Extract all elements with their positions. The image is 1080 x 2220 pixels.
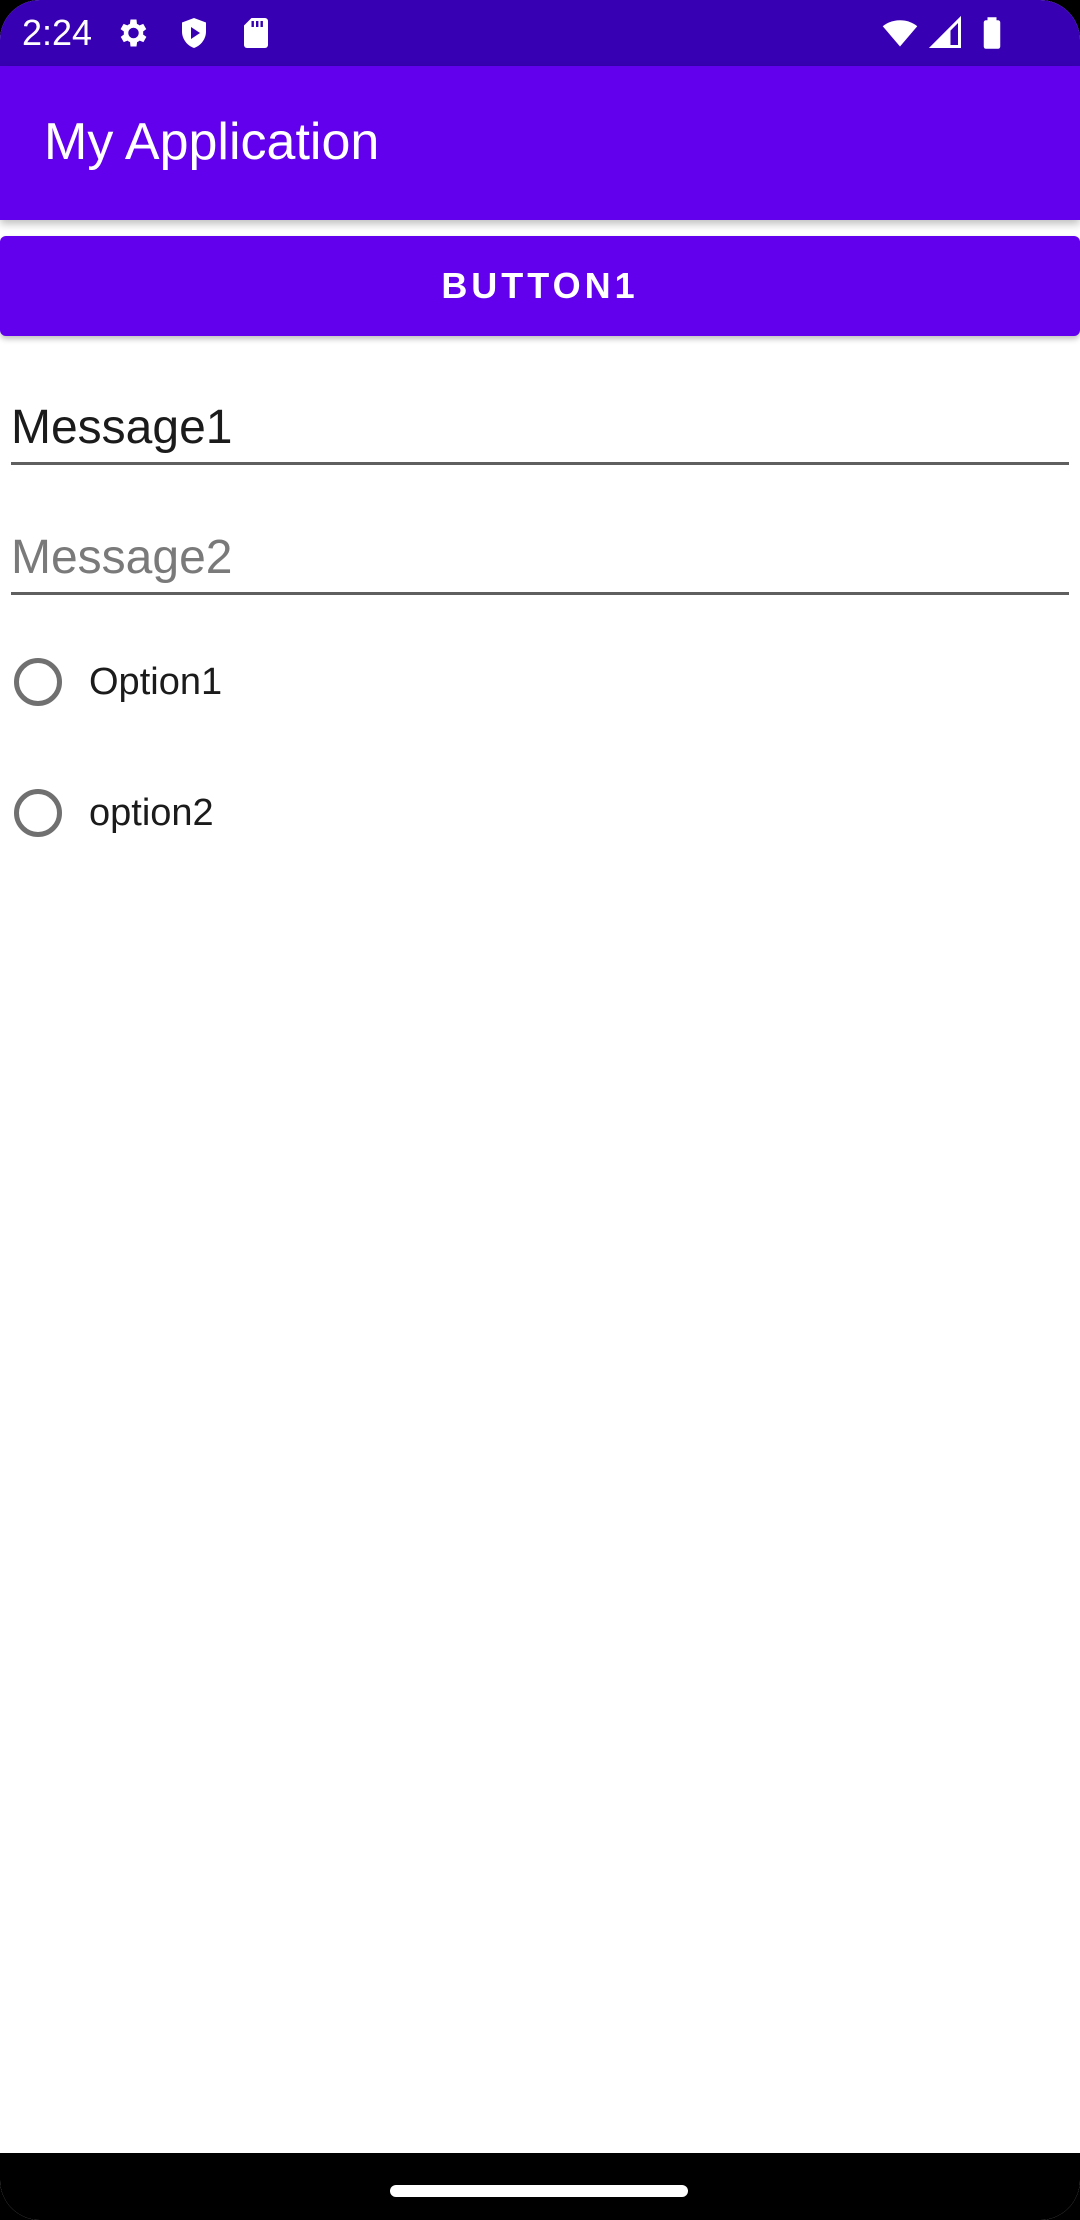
status-bar: 2:24	[0, 0, 1080, 66]
app-bar: My Application	[0, 66, 1080, 220]
app-title: My Application	[44, 113, 380, 171]
radio-option-1-label: Option1	[89, 660, 223, 703]
shield-icon	[182, 18, 206, 48]
message1-field	[11, 392, 1069, 465]
sd-card-icon	[244, 18, 268, 48]
message2-input[interactable]	[11, 522, 1069, 592]
home-gesture-handle[interactable]	[390, 2185, 688, 2197]
status-time: 2:24	[22, 12, 93, 53]
navigation-bar	[0, 2153, 1080, 2220]
app-screen: 2:24 My Application BUTTON1 Message1 Mes…	[0, 0, 1080, 2220]
signal-icon	[928, 15, 961, 48]
radio-option-2-label: option2	[89, 791, 214, 834]
button1[interactable]: BUTTON1	[0, 236, 1080, 336]
wifi-icon	[882, 20, 918, 47]
radio-option-2[interactable]: option2	[14, 783, 214, 843]
message2-field	[11, 522, 1069, 595]
radio-button-icon[interactable]	[14, 658, 62, 706]
gear-icon	[120, 19, 147, 47]
message1-input[interactable]	[11, 392, 1069, 462]
radio-option-1[interactable]: Option1	[14, 652, 222, 712]
radio-button-icon[interactable]	[14, 789, 62, 837]
battery-icon	[983, 17, 1001, 49]
